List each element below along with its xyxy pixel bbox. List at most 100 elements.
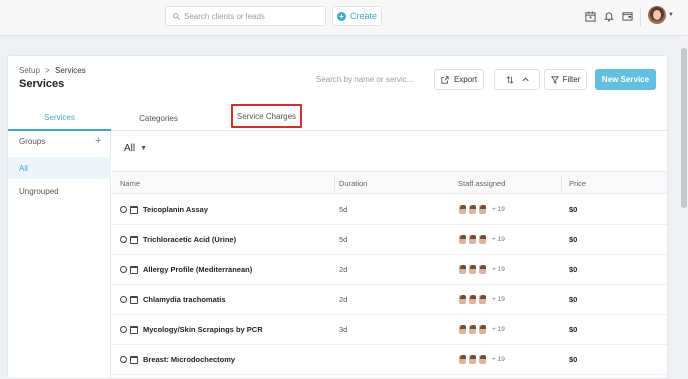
duration-cell: 2d (339, 265, 348, 274)
divider (640, 8, 641, 26)
column-header-price[interactable]: Price (569, 172, 586, 194)
staff-cell[interactable]: + 19 (458, 285, 505, 314)
filter-label: Filter (562, 75, 581, 84)
sidebar-item-all[interactable]: All (8, 157, 111, 179)
radio-icon[interactable] (120, 206, 127, 213)
radio-icon[interactable] (120, 356, 127, 363)
group-filter-value: All (124, 143, 136, 154)
staff-more-count: + 19 (492, 296, 505, 303)
page-title: Services (19, 78, 65, 90)
breadcrumb-setup[interactable]: Setup (19, 66, 40, 75)
staff-cell[interactable]: + 19 (458, 195, 505, 224)
staff-cell[interactable]: + 19 (458, 225, 505, 254)
table-row[interactable]: Breast: Microdochectomy + 19 $0 (112, 345, 667, 375)
service-name-cell[interactable]: Teicoplanin Assay (120, 195, 208, 224)
sort-icon (506, 75, 513, 84)
service-name[interactable]: Trichloracetic Acid (Urine) (143, 235, 236, 244)
table-row[interactable]: Chlamydia trachomatis 2d + 19 $0 (112, 285, 667, 315)
chevron-down-icon[interactable]: ▼ (668, 12, 674, 18)
price-cell: $0 (569, 355, 578, 364)
tab-categories[interactable]: Categories (111, 105, 206, 131)
staff-avatar (458, 294, 467, 305)
search-icon (173, 12, 180, 20)
staff-more-count: + 19 (492, 326, 505, 333)
column-header-staff[interactable]: Staff assigned (458, 172, 505, 194)
staff-avatar (478, 264, 487, 275)
service-name[interactable]: Teicoplanin Assay (143, 205, 208, 214)
service-name-cell[interactable]: Chlamydia trachomatis (120, 285, 226, 314)
global-search-input[interactable]: Search clients or leads (165, 6, 326, 26)
calendar-icon (130, 295, 138, 304)
sort-button[interactable] (494, 69, 540, 90)
bell-icon[interactable] (603, 10, 615, 22)
staff-avatar (478, 234, 487, 245)
service-name-cell[interactable]: Trichloracetic Acid (Urine) (120, 225, 236, 254)
service-name[interactable]: Breast: Microdochectomy (143, 355, 235, 364)
service-name[interactable]: Allergy Profile (Mediterranean) (143, 265, 252, 274)
service-name-cell[interactable]: Mycology/Skin Scrapings by PCR (120, 315, 263, 344)
staff-avatar (458, 324, 467, 335)
sidebar-item-ungrouped[interactable]: Ungrouped (19, 187, 59, 196)
export-icon (441, 75, 449, 84)
staff-avatar (468, 264, 477, 275)
table-row[interactable]: Mycology/Skin Scrapings by PCR 3d + 19 $0 (112, 315, 667, 345)
new-service-button[interactable]: New Service (595, 69, 656, 90)
radio-icon[interactable] (120, 236, 127, 243)
add-group-icon[interactable]: + (95, 135, 101, 147)
table-row[interactable]: Allergy Profile (Mediterranean) 2d + 19 $0 (112, 255, 667, 285)
staff-avatar (478, 354, 487, 365)
calendar-icon[interactable] (584, 10, 596, 22)
price-cell: $0 (569, 325, 578, 334)
radio-icon[interactable] (120, 326, 127, 333)
groups-heading: Groups (19, 137, 46, 146)
table-row[interactable]: Teicoplanin Assay 5d + 19 $0 (112, 195, 667, 225)
duration-cell: 5d (339, 235, 348, 244)
staff-avatar (468, 234, 477, 245)
scrollbar-thumb[interactable] (681, 48, 687, 208)
service-name-cell[interactable]: Breast: Microdochectomy (120, 345, 235, 374)
tab-services[interactable]: Services (8, 105, 111, 131)
filter-button[interactable]: Filter (544, 69, 587, 90)
create-button[interactable]: + Create (332, 6, 382, 26)
service-name[interactable]: Chlamydia trachomatis (143, 295, 226, 304)
staff-cell[interactable]: + 19 (458, 315, 505, 344)
staff-avatar (458, 204, 467, 215)
price-cell: $0 (569, 295, 578, 304)
service-search-input[interactable]: Search by name or servic... (313, 69, 435, 90)
wallet-icon[interactable] (621, 10, 633, 22)
tab-bar: Services Categories Service Charges (8, 104, 667, 131)
staff-avatar (458, 234, 467, 245)
group-filter-dropdown[interactable]: All ▼ (124, 143, 147, 154)
radio-icon[interactable] (120, 296, 127, 303)
global-search-placeholder: Search clients or leads (184, 11, 265, 21)
staff-more-count: + 19 (492, 206, 505, 213)
filter-icon (550, 75, 559, 84)
column-header-name[interactable]: Name (120, 172, 140, 194)
page-scrollbar[interactable] (680, 36, 688, 379)
export-label: Export (453, 75, 478, 84)
duration-cell: 2d (339, 295, 348, 304)
staff-cell[interactable]: + 19 (458, 345, 505, 374)
staff-cell[interactable]: + 19 (458, 255, 505, 284)
price-cell: $0 (569, 265, 578, 274)
tab-service-charges[interactable]: Service Charges (231, 104, 302, 128)
staff-avatar (478, 294, 487, 305)
column-header-duration[interactable]: Duration (339, 172, 367, 194)
staff-more-count: + 19 (492, 266, 505, 273)
radio-icon[interactable] (120, 266, 127, 273)
avatar[interactable] (648, 6, 666, 24)
breadcrumb-separator: > (45, 66, 50, 75)
service-name-cell[interactable]: Allergy Profile (Mediterranean) (120, 255, 252, 284)
export-button[interactable]: Export (434, 69, 484, 90)
service-name[interactable]: Mycology/Skin Scrapings by PCR (143, 325, 263, 334)
table-row[interactable]: Trichloracetic Acid (Urine) 5d + 19 $0 (112, 225, 667, 255)
breadcrumb-services: Services (55, 66, 86, 75)
staff-avatar (468, 294, 477, 305)
staff-avatar (468, 324, 477, 335)
groups-sidebar: Groups + All Ungrouped (8, 131, 111, 379)
staff-avatar (458, 264, 467, 275)
price-cell: $0 (569, 205, 578, 214)
calendar-icon (130, 325, 138, 334)
calendar-icon (130, 205, 138, 214)
staff-avatar (468, 354, 477, 365)
